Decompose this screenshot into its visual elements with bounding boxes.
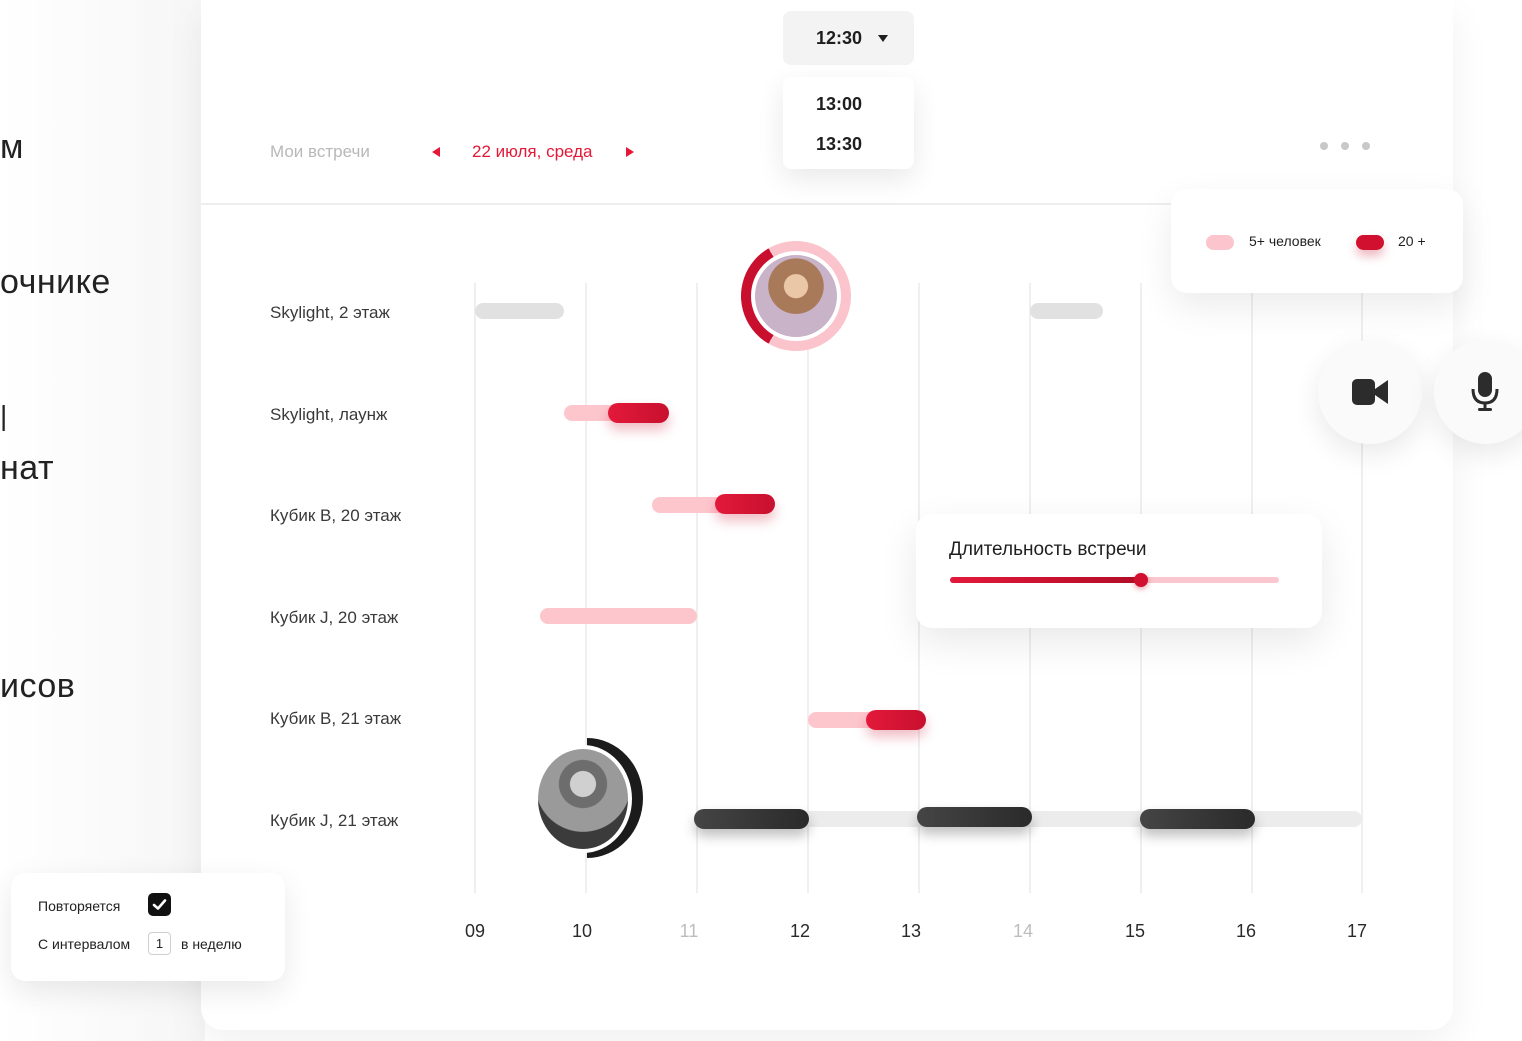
room-label: Кубик B, 20 этаж: [270, 506, 402, 525]
arrow-left-icon[interactable]: [432, 147, 440, 157]
grid-line: [474, 283, 476, 893]
legend-label: 20 +: [1398, 233, 1426, 249]
repeat-label: Повторяется: [38, 898, 121, 914]
dot: [1320, 142, 1328, 150]
hour-label: 09: [464, 921, 486, 941]
interval-input[interactable]: 1: [148, 932, 171, 955]
hour-label: 13: [900, 921, 922, 941]
room-label: Кубик J, 21 этаж: [270, 811, 399, 830]
duration-title: Длительность встречи: [949, 539, 1147, 560]
booking-bar-mine[interactable]: [1140, 809, 1255, 829]
meeting-duration-card: Длительность встречи: [916, 514, 1322, 628]
hour-label: 12: [789, 921, 811, 941]
time-dropdown-menu: 13:00 13:30: [783, 77, 914, 169]
my-meetings-link[interactable]: Мои встречи: [270, 142, 370, 162]
legend-card: 5+ человек 20 +: [1171, 189, 1463, 293]
room-label: Кубик B, 21 этаж: [270, 709, 402, 728]
duration-slider-fill: [950, 577, 1141, 583]
clipped-text-2: очнике: [0, 263, 111, 301]
grid-line: [696, 283, 698, 893]
duration-slider-handle[interactable]: [1133, 573, 1148, 587]
time-option[interactable]: 13:30: [816, 134, 862, 155]
repeat-checkbox[interactable]: [148, 893, 171, 916]
interval-label: С интервалом: [38, 936, 131, 952]
room-label: Кубик J, 20 этаж: [270, 608, 399, 627]
hour-label: 16: [1235, 921, 1257, 941]
booking-bar-free[interactable]: [1030, 303, 1103, 319]
time-option[interactable]: 13:00: [816, 94, 862, 115]
dot: [1341, 142, 1349, 150]
duration-slider[interactable]: [950, 573, 1279, 587]
legend-swatch-large: [1356, 235, 1384, 250]
checkmark-icon: [152, 899, 167, 910]
microphone-icon: [1471, 372, 1499, 411]
video-camera-icon: [1352, 379, 1388, 405]
booking-bar-mine[interactable]: [917, 807, 1032, 827]
caret-down-icon: [878, 34, 889, 42]
booking-bar-large[interactable]: [608, 403, 669, 423]
clipped-text-1: м: [0, 128, 24, 166]
booking-bar-free[interactable]: [475, 303, 564, 319]
room-label: Skylight, 2 этаж: [270, 303, 390, 322]
avatar[interactable]: [534, 745, 632, 853]
avatar[interactable]: [751, 251, 841, 341]
room-label: Skylight, лаунж: [270, 405, 388, 424]
hour-label: 14: [1012, 921, 1034, 941]
booking-bar-small[interactable]: [540, 608, 697, 624]
current-date: 22 июля, среда: [472, 142, 593, 161]
clipped-text-4: нат: [0, 449, 55, 487]
repeat-settings-card: Повторяется С интервалом 1 в неделю: [11, 873, 285, 981]
time-select[interactable]: 12:30: [783, 11, 914, 65]
booking-bar-large[interactable]: [866, 710, 926, 730]
clipped-text-3: |: [0, 400, 8, 431]
hour-label: 11: [679, 921, 699, 941]
booking-bar-mine[interactable]: [694, 809, 809, 829]
time-select-value: 12:30: [816, 27, 863, 48]
legend-swatch-small: [1206, 235, 1234, 250]
arrow-right-icon[interactable]: [626, 147, 634, 157]
grid-line: [807, 283, 809, 893]
interval-unit: в неделю: [181, 936, 242, 952]
dot: [1362, 142, 1370, 150]
hour-label: 15: [1124, 921, 1146, 941]
more-dots-icon[interactable]: [1320, 142, 1370, 150]
hour-label: 17: [1346, 921, 1368, 941]
hour-label: 10: [571, 921, 593, 941]
video-call-button[interactable]: [1318, 340, 1422, 444]
booking-bar-large[interactable]: [715, 494, 775, 514]
clipped-text-5: исов: [0, 667, 76, 705]
legend-label: 5+ человек: [1249, 233, 1321, 249]
